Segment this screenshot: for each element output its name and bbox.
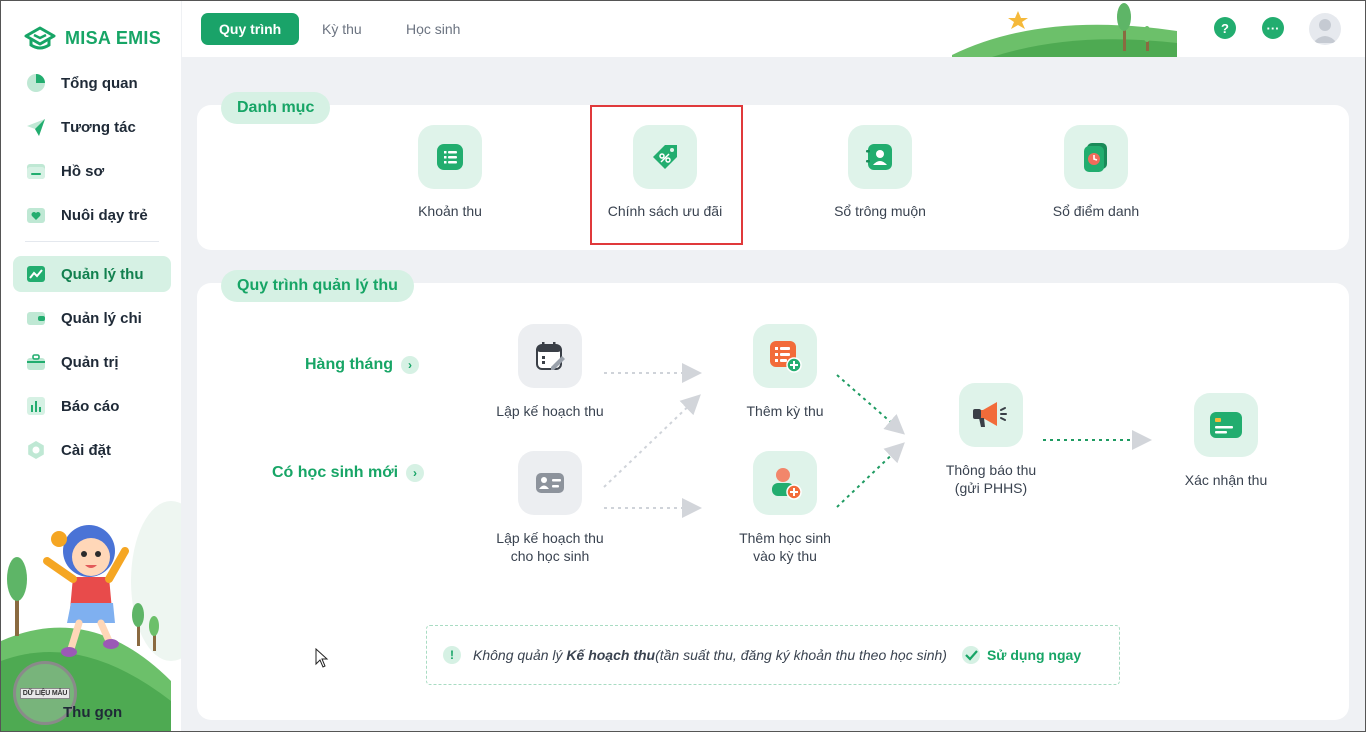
notice-suffix: (tần suất thu, đăng ký khoản thu theo họ… bbox=[655, 647, 947, 663]
calendar-edit-icon bbox=[518, 324, 582, 388]
add-user-icon bbox=[753, 451, 817, 515]
step-label-line: Lập kế hoạch thu bbox=[496, 530, 604, 546]
step-plan-for-student[interactable]: Lập kế hoạch thu cho học sinh bbox=[470, 451, 630, 565]
step-label: Lập kế hoạch thu cho học sinh bbox=[470, 529, 630, 565]
row-label-monthly[interactable]: Hàng tháng › bbox=[305, 356, 419, 374]
step-label-line: (gửi PHHS) bbox=[954, 480, 1028, 496]
list-add-icon bbox=[753, 324, 817, 388]
use-now-label: Sử dụng ngay bbox=[986, 647, 1082, 663]
row-label-text: Hàng tháng bbox=[305, 356, 393, 373]
step-label-line: vào kỳ thu bbox=[753, 548, 817, 564]
notice-bold: Kế hoạch thu bbox=[566, 647, 656, 663]
step-label-line: Thông báo thu bbox=[945, 462, 1037, 478]
step-notify-parents[interactable]: Thông báo thu (gửi PHHS) bbox=[911, 383, 1071, 497]
chevron-right-icon: › bbox=[406, 464, 425, 482]
megaphone-icon bbox=[959, 383, 1023, 447]
notice-banner: ! Không quản lý Kế hoạch thu (tần suất t… bbox=[426, 625, 1120, 685]
step-label: Thông báo thu (gửi PHHS) bbox=[911, 461, 1071, 497]
step-add-period[interactable]: Thêm kỳ thu bbox=[705, 324, 865, 420]
step-label-line: Thêm học sinh bbox=[739, 530, 831, 546]
process-flow-arrows bbox=[603, 363, 1152, 518]
step-confirm-collection[interactable]: Xác nhận thu bbox=[1146, 393, 1306, 489]
mouse-cursor-icon bbox=[315, 648, 329, 668]
step-label: Thêm học sinh vào kỳ thu bbox=[705, 529, 865, 565]
step-plan-collection[interactable]: Lập kế hoạch thu bbox=[470, 324, 630, 420]
info-icon: ! bbox=[443, 646, 461, 664]
step-add-student[interactable]: Thêm học sinh vào kỳ thu bbox=[705, 451, 865, 565]
step-label: Xác nhận thu bbox=[1184, 472, 1268, 488]
row-label-new-student[interactable]: Có học sinh mới › bbox=[272, 464, 425, 482]
confirm-card-icon bbox=[1194, 393, 1258, 457]
use-now-button[interactable]: Sử dụng ngay bbox=[961, 645, 1081, 665]
row-label-text: Có học sinh mới bbox=[272, 464, 399, 481]
notice-prefix: Không quản lý bbox=[473, 647, 563, 663]
step-label: Lập kế hoạch thu bbox=[496, 403, 604, 419]
step-label-line: cho học sinh bbox=[510, 548, 590, 564]
step-label: Thêm kỳ thu bbox=[746, 403, 824, 419]
check-circle-icon bbox=[961, 646, 980, 664]
chevron-right-icon: › bbox=[401, 356, 419, 374]
id-card-icon bbox=[518, 451, 582, 515]
